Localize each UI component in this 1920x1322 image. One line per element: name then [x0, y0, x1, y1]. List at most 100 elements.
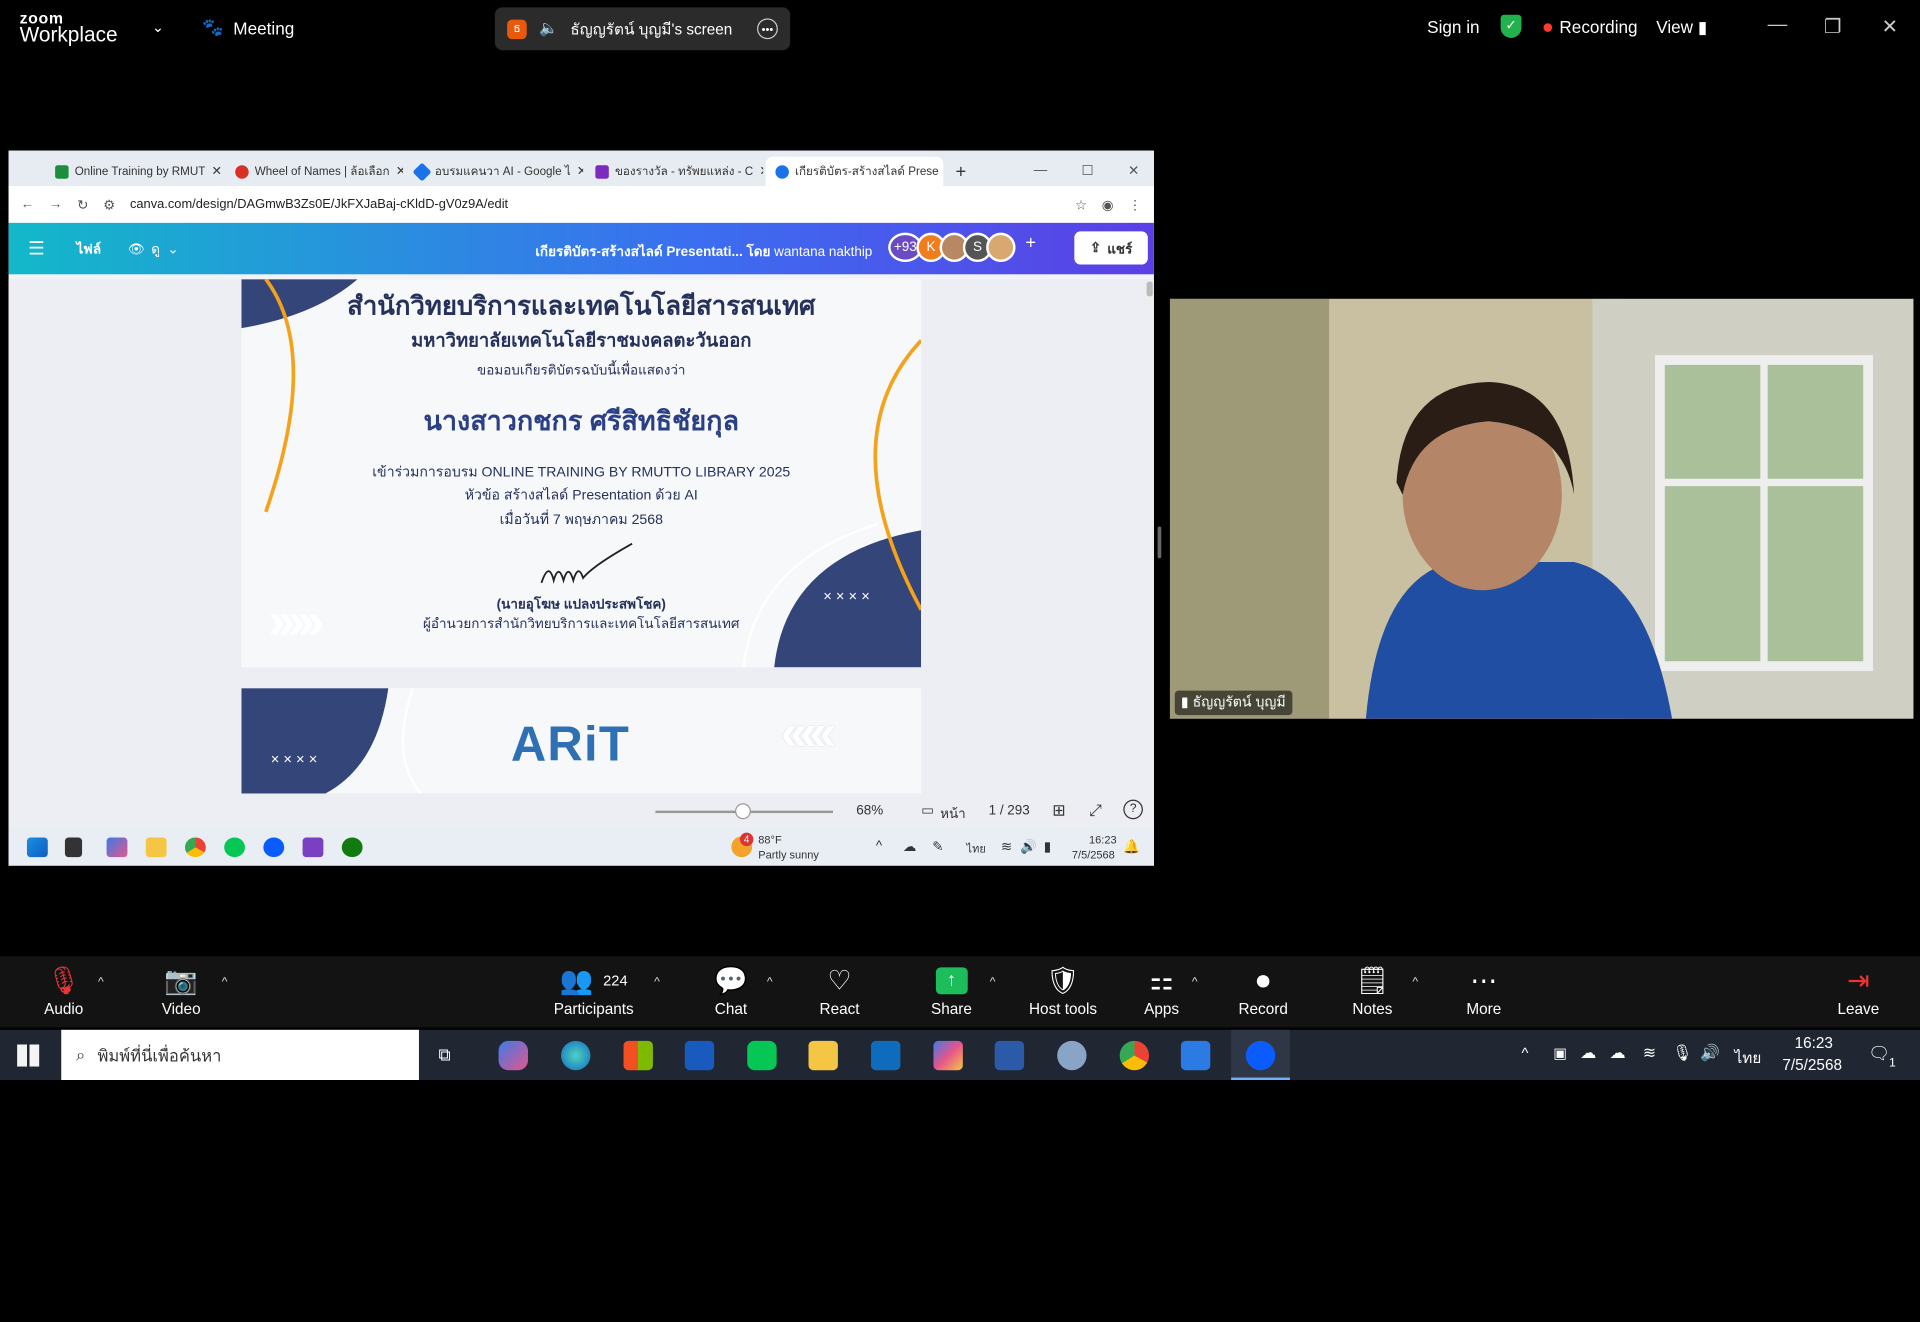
video-button[interactable]: 📷 Video	[162, 961, 201, 1018]
file-explorer-icon[interactable]	[808, 1040, 838, 1071]
chevron-up-icon[interactable]: ^	[1192, 976, 1198, 989]
browser-tab[interactable]: อบรมแคนวา AI - Google ไ ✕	[405, 157, 583, 186]
zoom-slider-handle[interactable]	[735, 803, 751, 820]
chevron-up-icon[interactable]: ^	[767, 976, 773, 989]
participant-video-tile[interactable]: ▮ ธัญญรัตน์ บุญมี	[1169, 298, 1914, 719]
onedrive-icon[interactable]: ☁	[903, 839, 916, 855]
tray-chevron-icon[interactable]: ^	[1521, 1044, 1528, 1061]
browser-tab[interactable]: Online Training by RMUT ✕	[45, 157, 223, 186]
app-icon[interactable]	[1057, 1040, 1087, 1071]
design-title[interactable]: เกียรติบัตร-สร้างสไลด์ Presentati... โดย…	[535, 240, 872, 262]
page-counter[interactable]: 1 / 293	[989, 803, 1030, 818]
certificate-page-2[interactable]: × × × × ARiT ‹‹‹‹‹	[241, 688, 922, 794]
clock-date[interactable]: 7/5/2568	[1782, 1057, 1842, 1074]
notification-icon[interactable]: 🔔	[1123, 839, 1140, 855]
m365-icon[interactable]	[933, 1040, 963, 1071]
back-icon[interactable]: ←	[21, 197, 34, 212]
language-indicator[interactable]: ไทย	[967, 840, 986, 857]
react-button[interactable]: ♡ React	[820, 961, 860, 1018]
sign-in-button[interactable]: Sign in	[1427, 17, 1479, 37]
copilot-icon[interactable]	[106, 837, 128, 858]
restore-icon[interactable]: ☐	[1082, 163, 1094, 179]
chevron-up-icon[interactable]: ^	[654, 976, 660, 989]
zoom-level[interactable]: 68%	[856, 803, 883, 818]
volume-icon[interactable]: 🔊	[1700, 1043, 1720, 1063]
help-icon[interactable]: ?	[1123, 799, 1143, 820]
battery-icon[interactable]: ▮	[1044, 839, 1051, 855]
task-view-icon[interactable]: ⧉	[439, 1044, 451, 1065]
close-icon[interactable]: ✕	[1882, 15, 1898, 39]
close-icon[interactable]: ✕	[759, 165, 763, 178]
minimize-icon[interactable]: —	[1768, 15, 1788, 37]
browser-tab[interactable]: ของรางวัล - ทรัพยแหล่ง - C ✕	[586, 157, 763, 186]
browser-tab-active[interactable]: เกียรติบัตร-สร้างสไลด์ Prese✕	[765, 156, 944, 187]
host-tools-button[interactable]: 🛡 Host tools	[1029, 961, 1097, 1018]
certificate-page[interactable]: สำนักวิทยบริการและเทคโนโลยีสารสนเทศ มหาว…	[241, 279, 922, 668]
clock-time[interactable]: 16:23	[1795, 1035, 1833, 1052]
pages-button[interactable]: ▭ หน้า	[921, 802, 966, 824]
chevron-up-icon[interactable]: ^	[990, 976, 996, 989]
file-explorer-icon[interactable]	[145, 837, 167, 858]
add-collaborator-icon[interactable]: +	[1025, 233, 1036, 262]
notification-icon[interactable]: 🗨	[1868, 1043, 1890, 1064]
screen-share-pill[interactable]: ธ 🔈 ธัญญรัตน์ บุญมี's screen •••	[494, 7, 791, 51]
eye-icon[interactable]: 👁	[128, 241, 145, 257]
collaborators[interactable]: +93 K S +	[888, 232, 1036, 263]
chat-button[interactable]: 💬 Chat	[714, 961, 748, 1018]
new-tab-button[interactable]: +	[946, 162, 976, 186]
site-info-icon[interactable]: ⚙	[103, 197, 115, 213]
copilot-icon[interactable]	[498, 1040, 528, 1071]
share-button[interactable]: ⇪ แชร์	[1074, 231, 1148, 265]
chevron-up-icon[interactable]: ^	[222, 976, 228, 989]
close-icon[interactable]: ✕	[577, 165, 583, 178]
shield-check-icon[interactable]: ✓	[1500, 14, 1522, 38]
notes-button[interactable]: 🗒 Notes	[1352, 961, 1392, 1018]
record-button[interactable]: ⏺ Record	[1238, 961, 1287, 1018]
word-icon[interactable]	[684, 1040, 715, 1071]
close-icon[interactable]: ✕	[1128, 163, 1139, 179]
taskbar-search[interactable]: ⌕ พิมพ์ที่นี่เพื่อค้นหา	[61, 1029, 419, 1081]
chrome-icon[interactable]	[184, 837, 206, 858]
language-indicator[interactable]: ไทย	[1735, 1046, 1762, 1070]
leave-button[interactable]: ⇥ Leave	[1838, 961, 1880, 1018]
splitter-handle[interactable]	[1157, 526, 1162, 559]
forward-icon[interactable]: →	[49, 197, 62, 212]
app-icon[interactable]	[1180, 1040, 1211, 1071]
close-icon[interactable]: ✕	[396, 165, 403, 178]
chevron-up-icon[interactable]: ^	[98, 976, 104, 989]
fullscreen-icon[interactable]: ⤢	[1089, 801, 1102, 821]
chrome-icon[interactable]	[1119, 1040, 1150, 1071]
edge-icon[interactable]	[561, 1040, 591, 1071]
browser-tab[interactable]: Wheel of Names | ล้อเลือก ✕	[225, 157, 403, 186]
menu-dots-icon[interactable]: ⋮	[1128, 197, 1141, 213]
onedrive-icon[interactable]: ☁	[1610, 1043, 1626, 1063]
chevron-down-icon[interactable]: ⌄	[152, 18, 164, 35]
mic-icon[interactable]: 🎙	[1672, 1043, 1692, 1063]
restore-icon[interactable]: ❐	[1824, 15, 1842, 39]
view-button[interactable]: View ▮	[1656, 17, 1707, 38]
zoom-taskbar-item[interactable]	[1231, 1029, 1290, 1081]
wifi-icon[interactable]: ≋	[1643, 1043, 1656, 1063]
chevron-down-icon[interactable]: ⌄	[167, 241, 178, 257]
apps-button[interactable]: ⚏ Apps	[1144, 961, 1179, 1018]
app-icon[interactable]	[994, 1040, 1025, 1071]
onedrive-icon[interactable]: ☁	[1580, 1043, 1596, 1063]
view-menu[interactable]: ดู	[151, 238, 160, 260]
hamburger-icon[interactable]: ☰	[28, 238, 44, 260]
share-screen-button[interactable]: ↑ Share	[931, 961, 972, 1018]
device-icon[interactable]: ▣	[1553, 1044, 1567, 1061]
task-view-icon[interactable]	[64, 837, 83, 858]
profile-icon[interactable]: ◉	[1102, 197, 1114, 213]
reload-icon[interactable]: ↻	[77, 197, 88, 213]
zoom-app-icon[interactable]	[263, 837, 285, 858]
more-button[interactable]: ⋯ More	[1466, 961, 1501, 1018]
url-field[interactable]: canva.com/design/DAGmwB3Zs0E/JkFXJaBaj-c…	[130, 197, 1060, 212]
scrollbar[interactable]	[1146, 281, 1153, 297]
windows-start-icon[interactable]	[17, 1044, 40, 1067]
line-icon[interactable]	[224, 837, 245, 858]
star-icon[interactable]: ☆	[1075, 197, 1087, 213]
windows-start-icon[interactable]	[26, 837, 48, 858]
chevron-up-icon[interactable]: ^	[1412, 976, 1418, 989]
audio-button[interactable]: 🎙 Audio	[44, 961, 83, 1018]
app-icon[interactable]	[302, 837, 324, 858]
